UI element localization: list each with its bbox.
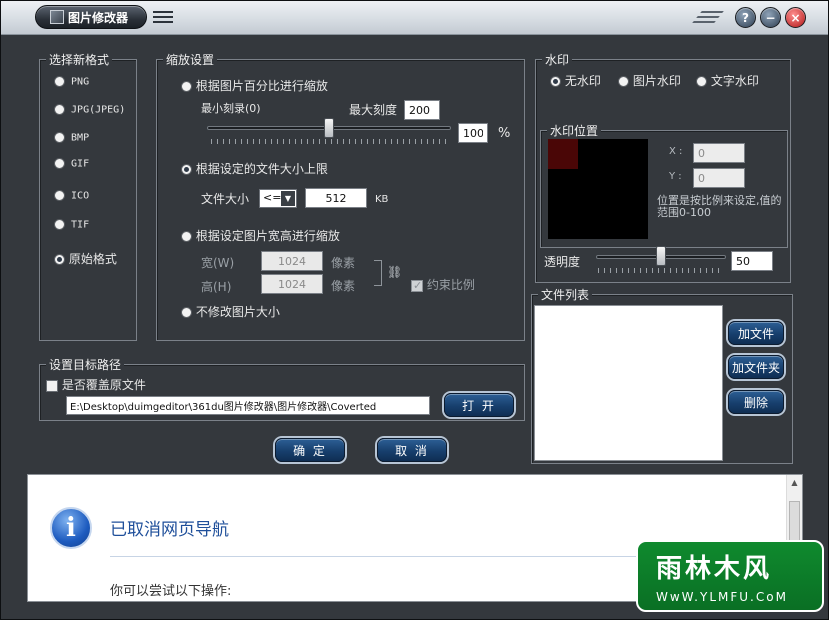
target-path-input[interactable]	[66, 396, 430, 415]
target-path-title: 设置目标路径	[46, 356, 125, 373]
scale-option-dimension[interactable]: 根据设定图片宽高进行缩放	[181, 227, 340, 244]
format-option-ico[interactable]: ICO	[54, 190, 89, 202]
max-scale-input[interactable]	[404, 100, 440, 120]
watermark-position-panel: 水印位置 X : Y : 位置是按比例来设定,值的范围0-100	[540, 122, 788, 248]
file-list-box[interactable]	[534, 305, 723, 461]
watermark-position-marker[interactable]	[548, 139, 578, 169]
watermark-option-none[interactable]: 无水印	[550, 72, 601, 89]
open-button[interactable]: 打 开	[444, 393, 514, 417]
overwrite-checkbox[interactable]: 是否覆盖原文件	[46, 376, 146, 393]
y-label: Y :	[669, 171, 682, 182]
dropdown-arrow-icon[interactable]: ▼	[281, 191, 295, 206]
help-icon[interactable]: ?	[735, 7, 756, 28]
filesize-unit: KB	[375, 194, 389, 205]
delete-button[interactable]: 删除	[728, 390, 784, 414]
width-unit: 像素	[331, 256, 356, 270]
opacity-label: 透明度	[544, 255, 581, 269]
height-label: 高(H)	[201, 280, 232, 294]
ok-button[interactable]: 确 定	[275, 438, 345, 462]
opacity-slider-ticks	[598, 268, 724, 273]
add-file-button[interactable]: 加文件	[728, 321, 784, 345]
min-scale-label: 最小刻录(0)	[201, 102, 261, 115]
filesize-input[interactable]	[305, 188, 367, 208]
scale-panel: 缩放设置 根据图片百分比进行缩放 最小刻录(0) 最大刻度 % 根据设定的文件大…	[156, 51, 525, 341]
app-title: 图片修改器	[68, 10, 129, 25]
watermark-panel: 水印 无水印 图片水印 文字水印 水印位置 X : Y : 位置是按比例来设定,…	[535, 51, 791, 283]
add-folder-button[interactable]: 加文件夹	[728, 355, 784, 379]
close-icon[interactable]: ×	[785, 7, 806, 28]
max-scale-label: 最大刻度	[349, 103, 398, 117]
watermark-option-image[interactable]: 图片水印	[618, 72, 681, 89]
height-unit: 像素	[331, 279, 356, 293]
scroll-up-icon[interactable]: ▲	[787, 478, 802, 487]
suggestion-text: 你可以尝试以下操作:	[110, 584, 232, 599]
format-panel: 选择新格式 PNG JPG(JPEG) BMP GIF ICO TIF 原始格式	[39, 51, 137, 341]
navigation-cancelled-heading: 已取消网页导航	[110, 520, 229, 540]
scale-slider-thumb[interactable]	[324, 118, 334, 138]
app-title-badge: 图片修改器	[35, 5, 147, 29]
menu-icon[interactable]	[153, 11, 173, 25]
scale-slider-ticks	[211, 139, 447, 144]
info-icon: i	[50, 507, 92, 549]
filesize-label: 文件大小	[201, 192, 250, 206]
watermark-panel-title: 水印	[542, 51, 573, 68]
format-option-gif[interactable]: GIF	[54, 158, 89, 170]
x-input[interactable]	[693, 143, 745, 163]
file-list-panel: 文件列表 加文件 加文件夹 删除	[531, 286, 793, 464]
main-window: 图片修改器 ? − × 选择新格式 PNG JPG(JPEG) BMP GIF …	[0, 0, 829, 620]
watermark-position-title: 水印位置	[547, 122, 602, 139]
format-option-tif[interactable]: TIF	[54, 219, 89, 231]
y-input[interactable]	[693, 168, 745, 188]
format-option-png[interactable]: PNG	[54, 76, 89, 88]
app-logo-icon	[50, 10, 64, 24]
filesize-operator-select[interactable]: <= ▼	[259, 189, 297, 208]
scale-option-filesize[interactable]: 根据设定的文件大小上限	[181, 160, 328, 177]
format-option-bmp[interactable]: BMP	[54, 132, 89, 144]
scale-option-percent[interactable]: 根据图片百分比进行缩放	[181, 77, 328, 94]
title-decoration	[691, 7, 731, 27]
cancel-button[interactable]: 取 消	[377, 438, 447, 462]
opacity-slider-thumb[interactable]	[656, 246, 666, 266]
scale-panel-title: 缩放设置	[163, 51, 218, 68]
width-label: 宽(W)	[201, 256, 235, 270]
site-watermark-logo: 雨林木风 WwW.YLMFU.CoM	[636, 540, 824, 612]
target-path-panel: 设置目标路径 是否覆盖原文件 打 开	[39, 356, 525, 421]
title-bar[interactable]: 图片修改器 ? − ×	[1, 1, 828, 35]
format-panel-title: 选择新格式	[46, 51, 113, 68]
scrollbar-thumb[interactable]	[789, 501, 800, 541]
file-list-title: 文件列表	[538, 286, 593, 303]
ratio-bracket	[374, 260, 382, 286]
percent-unit: %	[498, 126, 511, 141]
format-option-jpg[interactable]: JPG(JPEG)	[54, 104, 125, 116]
heading-divider	[110, 556, 720, 557]
x-label: X :	[669, 146, 683, 157]
site-watermark-name: 雨林木风	[656, 554, 773, 584]
scale-option-nochange[interactable]: 不修改图片大小	[181, 303, 280, 320]
width-input[interactable]	[261, 251, 323, 271]
opacity-input[interactable]	[731, 251, 773, 271]
percent-input[interactable]	[458, 123, 488, 143]
format-option-original[interactable]: 原始格式	[54, 250, 117, 267]
minimize-icon[interactable]: −	[760, 7, 781, 28]
keep-ratio-checkbox[interactable]: 约束比例	[411, 276, 475, 293]
chain-link-icon: ⛓	[387, 265, 403, 279]
position-hint: 位置是按比例来设定,值的范围0-100	[657, 194, 782, 219]
height-input[interactable]	[261, 274, 323, 294]
watermark-option-text[interactable]: 文字水印	[696, 72, 759, 89]
watermark-position-preview[interactable]	[548, 139, 648, 239]
site-watermark-url: WwW.YLMFU.CoM	[656, 590, 788, 604]
